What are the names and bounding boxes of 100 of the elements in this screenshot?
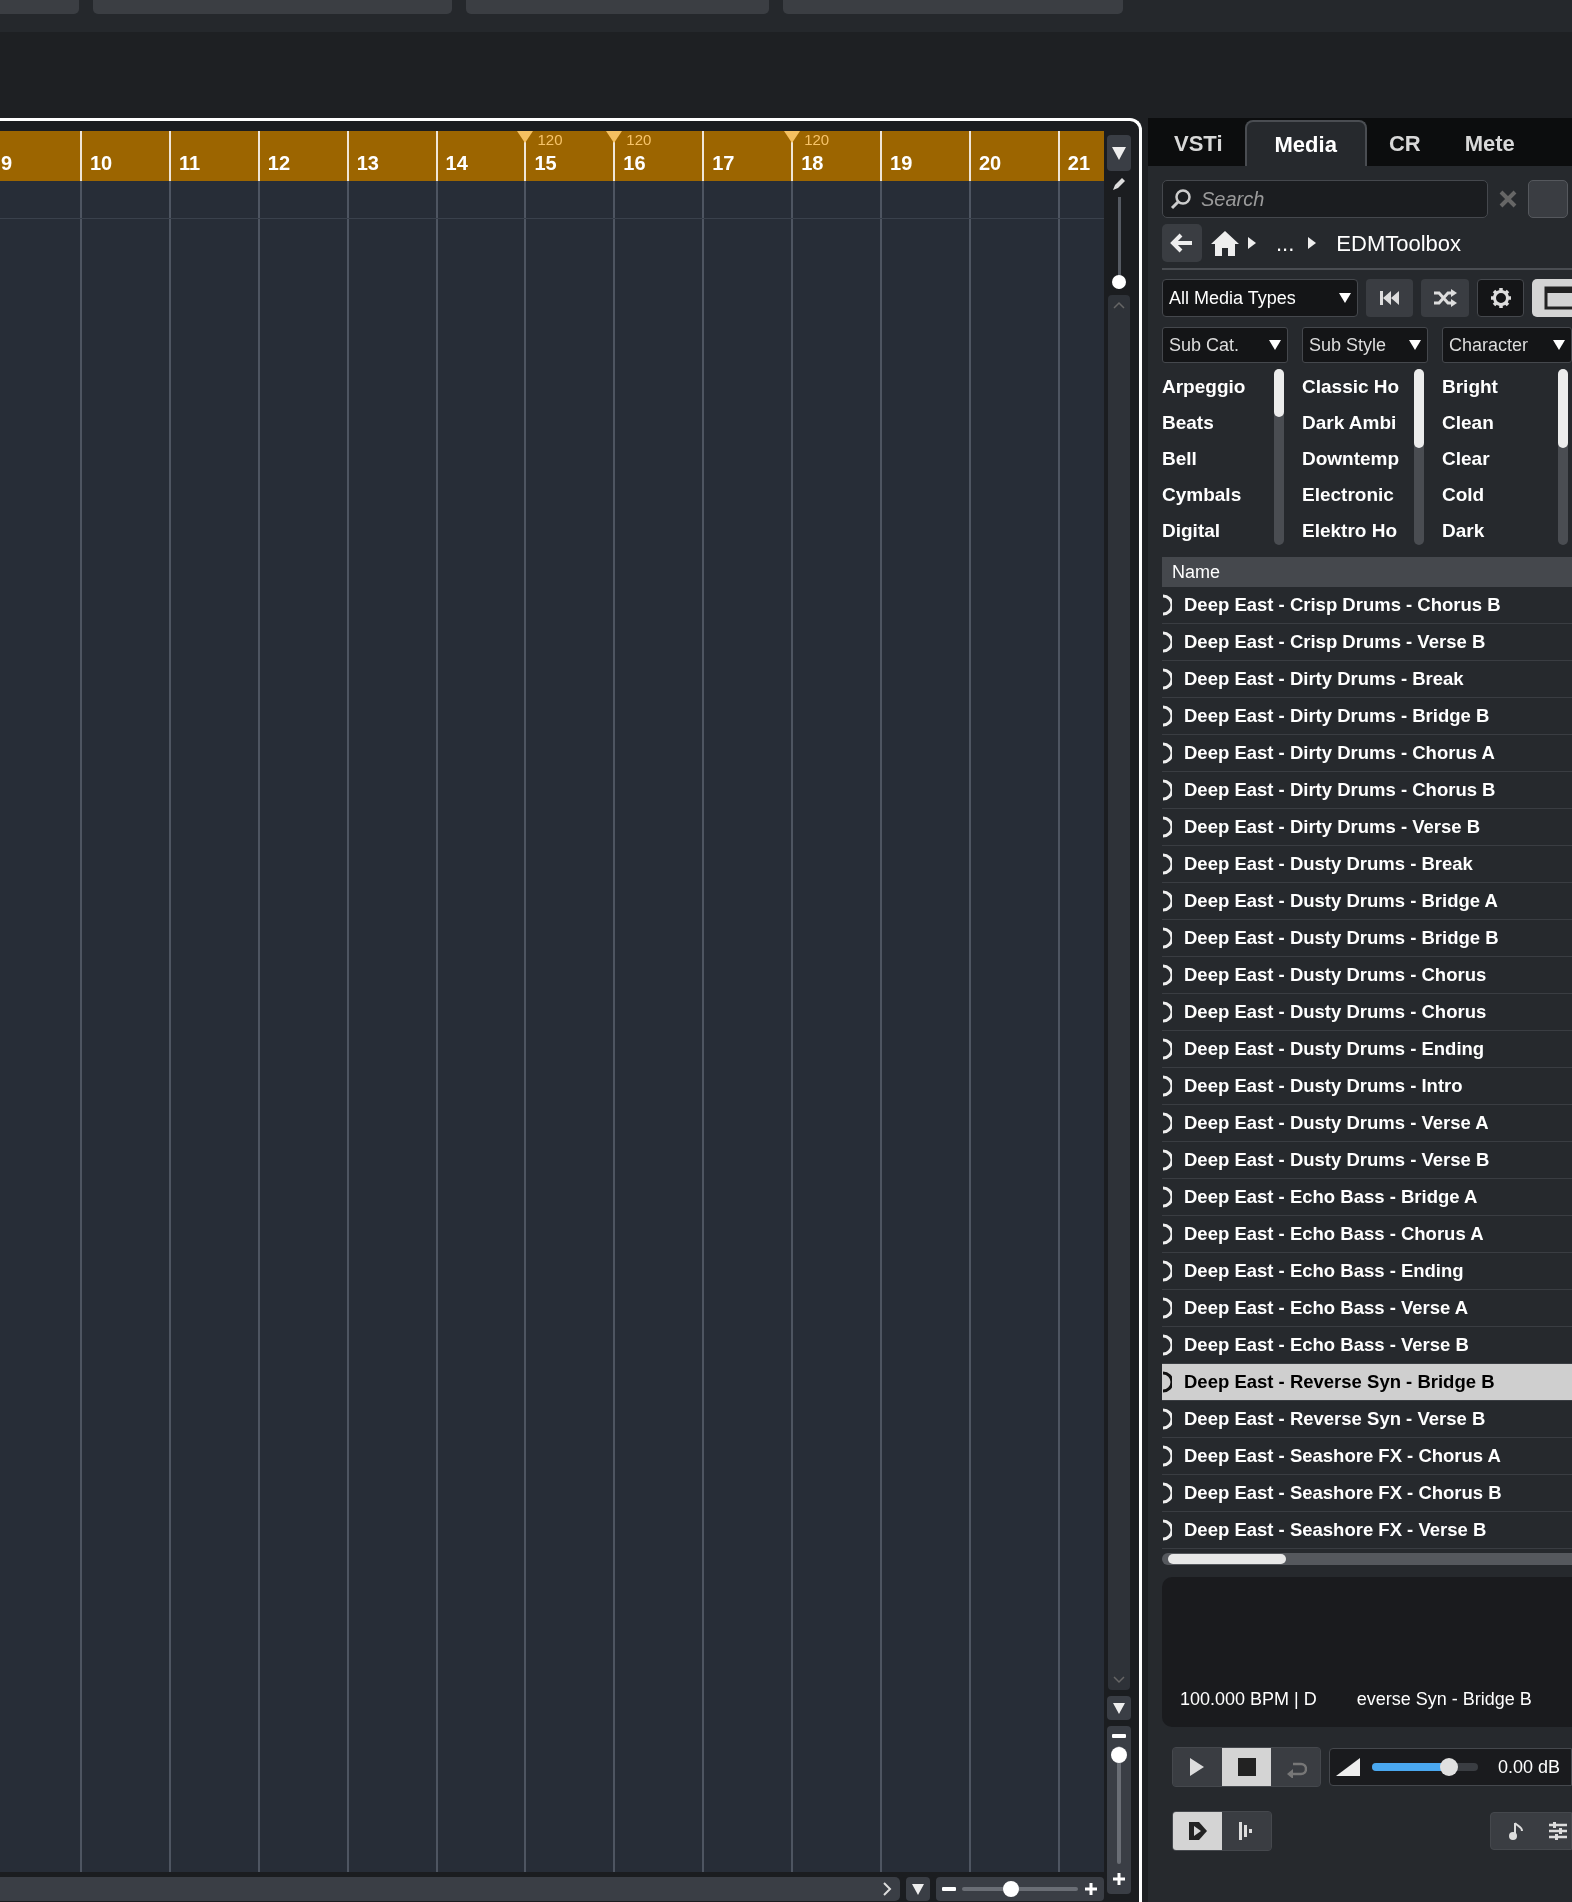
slider-thumb[interactable] [1002,1881,1019,1897]
close-icon[interactable] [1498,189,1518,209]
filter-dropdown[interactable]: Sub Style [1302,327,1428,363]
bar-number: 17 [712,151,735,176]
result-row[interactable]: Deep East - Seashore FX - Chorus A [1162,1438,1572,1475]
horizontal-scrollbar[interactable] [0,1877,900,1901]
arc-icon [1162,1001,1172,1023]
sliders-icon[interactable] [1549,1822,1567,1840]
result-row[interactable]: Deep East - Crisp Drums - Verse B [1162,624,1572,661]
filter-dropdown[interactable]: Sub Cat. [1162,327,1288,363]
result-row[interactable]: Deep East - Dusty Drums - Verse A [1162,1105,1572,1142]
layout-button[interactable] [1532,279,1572,317]
home-icon[interactable] [1210,230,1240,256]
result-row[interactable]: Deep East - Dirty Drums - Bridge B [1162,698,1572,735]
arc-icon [1162,1482,1172,1504]
result-row[interactable]: Deep East - Dusty Drums - Chorus [1162,957,1572,994]
filter-item[interactable]: Dark [1442,513,1558,549]
column-scrollbar[interactable] [1414,369,1424,545]
bar-number: 20 [978,151,1002,176]
slider-thumb[interactable] [1111,1746,1127,1763]
stop-button[interactable] [1222,1748,1271,1786]
note-icon[interactable] [1509,1821,1523,1841]
pencil-icon[interactable] [1112,177,1126,191]
dropdown-button[interactable] [1107,135,1131,171]
result-row[interactable]: Deep East - Dusty Drums - Break [1162,846,1572,883]
dropdown-button[interactable] [1107,1696,1131,1720]
result-row[interactable]: Deep East - Dusty Drums - Verse B [1162,1142,1572,1179]
result-row[interactable]: Deep East - Dirty Drums - Chorus B [1162,772,1572,809]
arc-icon [1162,1445,1172,1467]
filter-item[interactable]: Digital [1162,513,1274,549]
filter-item[interactable]: Clear [1442,441,1558,477]
dropdown-button[interactable] [906,1877,930,1901]
result-row[interactable]: Deep East - Dusty Drums - Chorus [1162,994,1572,1031]
media-type-dropdown[interactable]: All Media Types [1162,279,1358,317]
arc-icon [1162,668,1172,690]
result-row[interactable]: Deep East - Echo Bass - Bridge A [1162,1179,1572,1216]
column-header[interactable]: Name [1172,558,1220,586]
bar-ruler[interactable]: 9 10 11 12 13 14 120 15 120 16 17 120 18 19 20 21 [0,131,1104,181]
filter-item[interactable]: Classic Ho [1302,369,1414,405]
filter-item[interactable]: Electronic [1302,477,1414,513]
result-row[interactable]: Deep East - Dirty Drums - Verse B [1162,809,1572,846]
result-row[interactable]: Deep East - Echo Bass - Ending [1162,1253,1572,1290]
result-row[interactable]: Deep East - Dirty Drums - Break [1162,661,1572,698]
minus-icon [1112,1734,1126,1738]
tempo-marker-icon[interactable] [517,131,534,143]
result-row[interactable]: Deep East - Dirty Drums - Chorus A [1162,735,1572,772]
vertical-scrollbar[interactable] [1108,295,1130,1690]
panel-tab[interactable]: VSTi [1152,120,1245,166]
result-row[interactable]: Deep East - Echo Bass - Verse A [1162,1290,1572,1327]
column-scrollbar[interactable] [1558,369,1568,545]
column-scrollbar[interactable] [1274,369,1284,545]
result-row[interactable]: Deep East - Dusty Drums - Ending [1162,1031,1572,1068]
filter-item[interactable]: Downtemp [1302,441,1414,477]
bar-number: 21 [1067,151,1091,176]
arc-icon [1162,1186,1172,1208]
breadcrumb-ellipsis[interactable]: ... [1276,226,1295,260]
volume-thumb[interactable] [1440,1758,1459,1776]
arc-icon [1162,1408,1172,1430]
filter-item[interactable]: Beats [1162,405,1274,441]
horizontal-zoom-slider[interactable] [936,1877,1104,1901]
result-row[interactable]: Deep East - Dusty Drums - Bridge B [1162,920,1572,957]
result-row[interactable]: Deep East - Reverse Syn - Verse B [1162,1401,1572,1438]
result-row[interactable]: Deep East - Echo Bass - Chorus A [1162,1216,1572,1253]
filter-item[interactable]: Bright [1442,369,1558,405]
filter-dropdown[interactable]: Character [1442,327,1572,363]
vertical-zoom-slider[interactable] [1107,1726,1131,1894]
filter-item[interactable]: Cold [1442,477,1558,513]
result-row[interactable]: Deep East - Reverse Syn - Bridge B [1162,1364,1572,1401]
filter-item[interactable]: Arpeggio [1162,369,1274,405]
result-row[interactable]: Deep East - Seashore FX - Chorus B [1162,1475,1572,1512]
search-field[interactable]: Search [1162,180,1488,218]
tempo-marker-icon[interactable] [784,131,801,143]
bar-number: 19 [890,151,913,176]
shuffle-button[interactable] [1421,279,1469,317]
filter-item[interactable]: Cymbals [1162,477,1274,513]
tempo-marker-icon[interactable] [606,131,623,143]
panel-tab[interactable]: CR [1366,120,1443,166]
filter-item[interactable]: Dark Ambi [1302,405,1414,441]
chevron-right-icon [882,1881,892,1897]
settings-button[interactable] [1476,279,1525,317]
bar-number: 10 [90,151,113,176]
tempo-value: 120 [537,131,563,149]
result-row[interactable]: Deep East - Dusty Drums - Intro [1162,1068,1572,1105]
previous-button[interactable] [1366,279,1414,317]
result-row[interactable]: Deep East - Seashore FX - Verse B [1162,1512,1572,1549]
panel-tab[interactable]: Mete [1442,120,1537,166]
result-row[interactable]: Deep East - Dusty Drums - Bridge A [1162,883,1572,920]
filter-item[interactable]: Elektro Ho [1302,513,1414,549]
arc-icon [1162,1297,1172,1319]
panel-tab[interactable]: Media [1244,120,1367,166]
horizontal-scrollbar[interactable] [1162,1553,1572,1565]
filter-item[interactable]: Bell [1162,441,1274,477]
track-height-thumb[interactable] [1111,275,1126,289]
filter-item[interactable]: Clean [1442,405,1558,441]
breadcrumb-folder[interactable]: EDMToolbox [1336,226,1462,260]
autoplay-button[interactable] [1173,1812,1222,1850]
result-row[interactable]: Deep East - Crisp Drums - Chorus B [1162,587,1572,624]
volume-control[interactable]: 0.00 dB [1329,1748,1572,1786]
back-button[interactable] [1162,224,1202,262]
plus-icon [1084,1882,1098,1896]
